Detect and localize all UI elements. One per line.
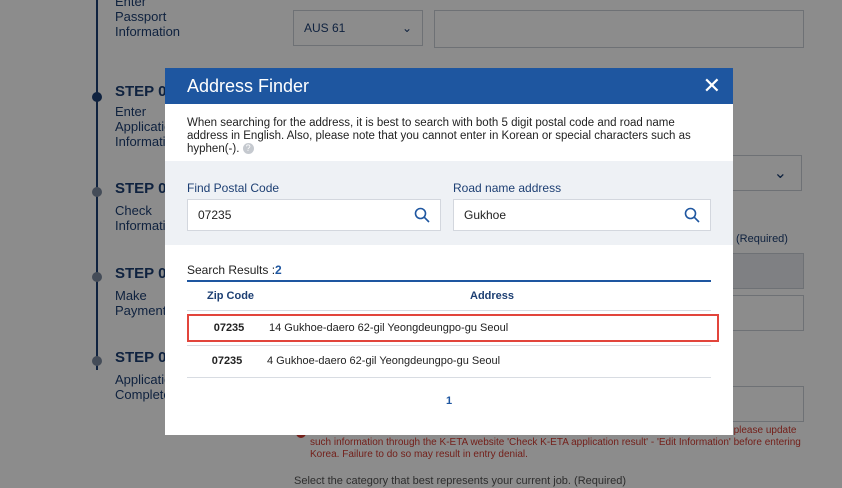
results-count: 2 xyxy=(275,263,282,277)
search-icon[interactable] xyxy=(414,207,430,223)
road-address-label: Road name address xyxy=(453,181,562,195)
search-panel: Find Postal Code 07235 Road name address… xyxy=(165,161,733,245)
road-address-input[interactable]: Gukhoe xyxy=(453,199,711,231)
results-divider xyxy=(187,280,711,282)
row-address: 4 Gukhoe-daero 62-gil Yeongdeungpo-gu Se… xyxy=(267,355,501,367)
page-1-link[interactable]: 1 xyxy=(446,395,452,407)
help-icon[interactable]: ? xyxy=(242,143,254,155)
postal-code-input[interactable]: 07235 xyxy=(187,199,441,231)
row-zip: 07235 xyxy=(213,322,245,334)
col-address: Address xyxy=(470,290,515,302)
header-separator xyxy=(187,310,711,311)
postal-code-value: 07235 xyxy=(198,208,232,222)
road-address-value: Gukhoe xyxy=(464,208,507,222)
modal-header: Address Finder ✕ xyxy=(165,68,733,104)
address-finder-modal: Address Finder ✕ When searching for the … xyxy=(165,68,733,435)
postal-code-label: Find Postal Code xyxy=(187,181,280,195)
table-row[interactable]: 07235 14 Gukhoe-daero 62-gil Yeongdeungp… xyxy=(187,314,719,342)
row-separator xyxy=(187,377,711,378)
description-text: When searching for the address, it is be… xyxy=(187,117,691,155)
row-address: 14 Gukhoe-daero 62-gil Yeongdeungpo-gu S… xyxy=(269,322,509,334)
table-row[interactable]: 07235 4 Gukhoe-daero 62-gil Yeongdeungpo… xyxy=(187,347,719,375)
close-icon[interactable]: ✕ xyxy=(703,75,721,97)
search-results-label: Search Results :2 xyxy=(187,263,282,277)
results-label-text: Search Results : xyxy=(187,263,276,277)
row-zip: 07235 xyxy=(211,355,243,367)
modal-description: When searching for the address, it is be… xyxy=(165,104,733,161)
pagination: 1 xyxy=(165,395,733,407)
modal-title: Address Finder xyxy=(187,75,310,96)
search-icon[interactable] xyxy=(684,207,700,223)
row-separator xyxy=(187,345,711,346)
col-zip-code: Zip Code xyxy=(207,290,255,302)
